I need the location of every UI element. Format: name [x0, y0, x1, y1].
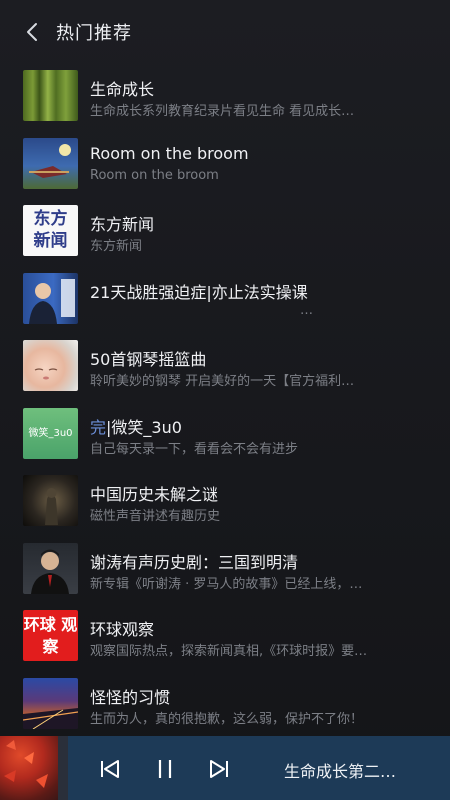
item-title: 50首钢琴摇篮曲 [90, 350, 207, 369]
item-subtitle: 磁性声音讲述有趣历史 [90, 509, 221, 524]
list-item[interactable]: 怪怪的习惯 生而为人，真的很抱歉，这么弱，保护不了你！ [0, 670, 450, 738]
now-playing-title[interactable]: 生命成长第二… [284, 758, 424, 782]
status-tag: 完 [90, 417, 107, 437]
item-title: 谢涛有声历史剧：三国到明清 [90, 552, 299, 572]
bamboo-image [23, 70, 78, 121]
course-cover-image [23, 272, 78, 324]
item-subtitle: 聆听美妙的钢琴 开启美好的一天【官方福利… [90, 374, 355, 389]
list-item[interactable]: 谢涛有声历史剧：三国到明清 新专辑《听谢涛 · 罗马人的故事》已经上线，… [0, 535, 450, 603]
huanqiu-logo: 环球 观察 [23, 610, 78, 661]
item-subtitle: 生命成长系列教育纪录片看见生命 看见成长… [90, 104, 355, 119]
previous-icon[interactable] [97, 756, 123, 782]
item-title: 怪怪的习惯 [90, 687, 171, 707]
album-cover-image[interactable] [0, 736, 68, 800]
list-item[interactable]: 环球 观察 环球观察 观察国际热点，探索新闻真相,《环球时报》要… [0, 602, 450, 670]
history-image [23, 475, 78, 526]
portrait-image [23, 542, 78, 594]
item-subtitle: 观察国际热点，探索新闻真相,《环球时报》要… [90, 644, 368, 659]
item-title: Room on the broom [90, 143, 249, 163]
item-title: 完|微笑_3u0 [90, 414, 430, 438]
item-subtitle: Room on the broom [90, 167, 219, 183]
list-item[interactable]: Room on the broom Room on the broom [0, 130, 450, 198]
list-item[interactable]: 微笑_3u0 完|微笑_3u0 自己每天录一下，看看会不会有进步 [0, 400, 450, 468]
page-title: 热门推荐 [56, 23, 132, 44]
item-subtitle: 生而为人，真的很抱歉，这么弱，保护不了你！ [90, 711, 364, 727]
list-item[interactable]: 21天战胜强迫症|亦止法实操课 … [0, 265, 450, 333]
item-title: 东方新闻 [90, 215, 155, 234]
cover-edge [58, 736, 68, 800]
item-title: 环球观察 [90, 620, 155, 639]
smile-cover-image: 微笑_3u0 [23, 407, 78, 459]
item-title-text: |微笑_3u0 [106, 417, 182, 437]
recommendation-list: 生命成长 生命成长系列教育纪录片看见生命 看见成长… Room on the b… [0, 62, 450, 737]
book-cover-image [23, 137, 78, 189]
player-bar: 生命成长第二… [0, 736, 450, 800]
item-subtitle: 自己每天录一下，看看会不会有进步 [90, 441, 299, 457]
list-item[interactable]: 50首钢琴摇篮曲 聆听美妙的钢琴 开启美好的一天【官方福利… [0, 332, 450, 400]
city-night-image [23, 677, 78, 729]
back-icon[interactable] [18, 18, 46, 46]
pause-icon[interactable] [152, 756, 178, 782]
baby-image [23, 340, 78, 391]
next-icon[interactable] [206, 756, 232, 782]
list-item[interactable]: 中国历史未解之谜 磁性声音讲述有趣历史 [0, 467, 450, 535]
item-title: 生命成长 [90, 80, 155, 99]
east-news-logo: 东方 新闻 [23, 205, 78, 256]
item-title: 中国历史未解之谜 [90, 485, 219, 504]
item-title: 21天战胜强迫症|亦止法实操课 [90, 282, 308, 302]
more-indicator: … [300, 302, 313, 318]
item-subtitle: 东方新闻 [90, 239, 143, 254]
item-subtitle: 新专辑《听谢涛 · 罗马人的故事》已经上线，… [90, 576, 363, 592]
top-bar: 热门推荐 [0, 0, 450, 62]
list-item[interactable]: 生命成长 生命成长系列教育纪录片看见生命 看见成长… [0, 62, 450, 130]
list-item[interactable]: 东方 新闻 东方新闻 东方新闻 [0, 197, 450, 265]
